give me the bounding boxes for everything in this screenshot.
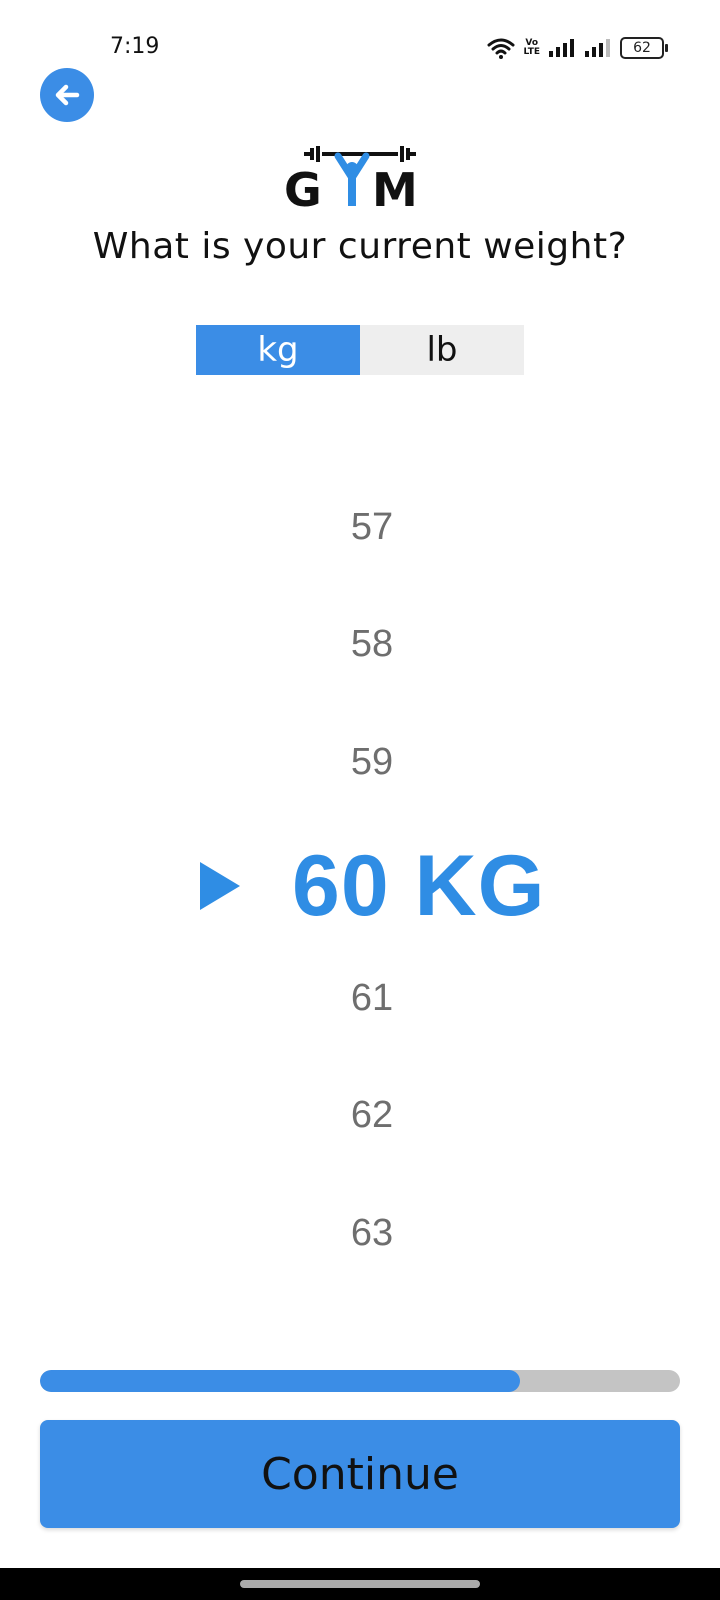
- wifi-icon: [487, 38, 515, 59]
- selected-weight: 60 KG: [292, 837, 546, 934]
- back-button[interactable]: [40, 68, 94, 122]
- unit-toggle: kg lb: [196, 325, 524, 375]
- signal-icon: [549, 39, 574, 57]
- status-icons: Vo LTE 62: [487, 36, 668, 60]
- battery-level: 62: [633, 40, 651, 56]
- progress-fill: [40, 1370, 520, 1392]
- svg-text:M: M: [372, 163, 418, 216]
- continue-button[interactable]: Continue: [40, 1420, 680, 1528]
- picker-item[interactable]: 63: [0, 1203, 720, 1263]
- picker-selected[interactable]: 60 KG: [200, 836, 546, 936]
- play-arrow-icon: [200, 862, 240, 910]
- arrow-left-icon: [55, 84, 80, 106]
- progress-bar: [40, 1370, 680, 1392]
- home-indicator[interactable]: [240, 1580, 480, 1588]
- volte-icon: Vo LTE: [523, 39, 540, 57]
- picker-item[interactable]: 59: [0, 732, 720, 792]
- volte-bottom-label: LTE: [523, 47, 540, 57]
- page-title: What is your current weight?: [92, 226, 628, 267]
- signal-icon: [585, 39, 610, 57]
- status-time: 7:19: [110, 34, 160, 59]
- logo-text: GYM: [440, 138, 441, 139]
- status-bar: 7:19 Vo LTE 62: [0, 0, 720, 96]
- battery-icon: 62: [620, 37, 668, 59]
- picker-item[interactable]: 57: [0, 497, 720, 557]
- picker-item[interactable]: 61: [0, 968, 720, 1028]
- unit-option-kg[interactable]: kg: [196, 325, 360, 375]
- picker-item[interactable]: 62: [0, 1085, 720, 1145]
- navigation-bar: [0, 1568, 720, 1600]
- gym-logo: G M GYM: [280, 138, 441, 217]
- unit-option-lb[interactable]: lb: [360, 325, 524, 375]
- svg-text:G: G: [284, 163, 322, 216]
- picker-item[interactable]: 58: [0, 614, 720, 674]
